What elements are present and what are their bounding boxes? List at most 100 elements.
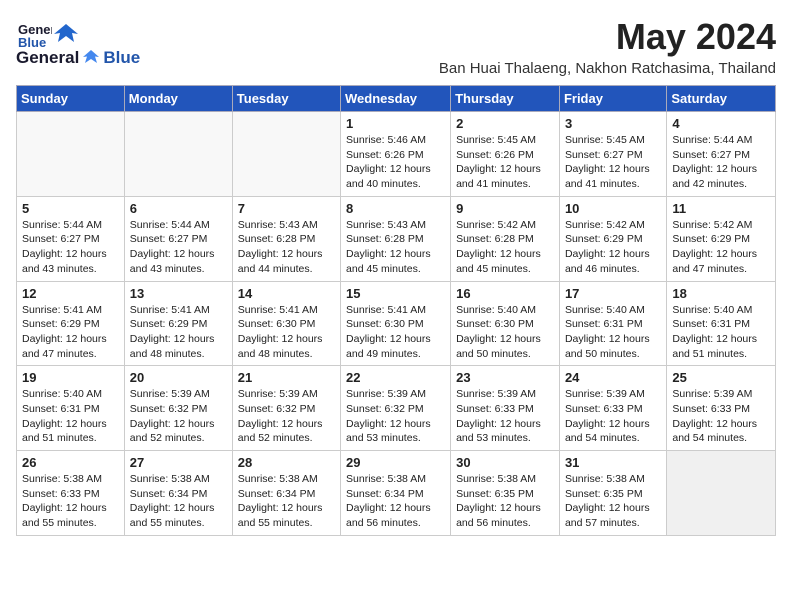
calendar-cell — [17, 112, 125, 197]
weekday-header-thursday: Thursday — [451, 86, 560, 112]
day-number: 11 — [672, 201, 770, 216]
day-info: Sunrise: 5:38 AM Sunset: 6:35 PM Dayligh… — [565, 472, 661, 531]
page: General Blue General Blue May 2024 Ban H… — [0, 0, 792, 552]
weekday-header-row: SundayMondayTuesdayWednesdayThursdayFrid… — [17, 86, 776, 112]
day-number: 1 — [346, 116, 445, 131]
day-info: Sunrise: 5:39 AM Sunset: 6:32 PM Dayligh… — [130, 387, 227, 446]
calendar-cell: 1 Sunrise: 5:46 AM Sunset: 6:26 PM Daylig… — [341, 112, 451, 197]
day-info: Sunrise: 5:39 AM Sunset: 6:32 PM Dayligh… — [346, 387, 445, 446]
weekday-header-tuesday: Tuesday — [232, 86, 340, 112]
calendar-cell: 15 Sunrise: 5:41 AM Sunset: 6:30 PM Dayli… — [341, 281, 451, 366]
day-number: 29 — [346, 455, 445, 470]
day-number: 14 — [238, 286, 335, 301]
weekday-header-monday: Monday — [124, 86, 232, 112]
day-number: 19 — [22, 370, 119, 385]
calendar-cell: 13 Sunrise: 5:41 AM Sunset: 6:29 PM Dayli… — [124, 281, 232, 366]
calendar-cell: 24 Sunrise: 5:39 AM Sunset: 6:33 PM Dayli… — [559, 366, 666, 451]
day-number: 30 — [456, 455, 554, 470]
calendar-cell: 25Sunrise: 5:39 AM Sunset: 6:33 PM Dayli… — [667, 366, 776, 451]
day-number: 18 — [672, 286, 770, 301]
calendar-cell: 12 Sunrise: 5:41 AM Sunset: 6:29 PM Dayli… — [17, 281, 125, 366]
calendar-cell: 2Sunrise: 5:45 AM Sunset: 6:26 PM Daylig… — [451, 112, 560, 197]
calendar-cell: 28 Sunrise: 5:38 AM Sunset: 6:34 PM Dayli… — [232, 451, 340, 536]
day-info: Sunrise: 5:40 AM Sunset: 6:31 PM Dayligh… — [565, 303, 661, 362]
calendar-cell: 7Sunrise: 5:43 AM Sunset: 6:28 PM Daylig… — [232, 196, 340, 281]
day-number: 15 — [346, 286, 445, 301]
day-info: Sunrise: 5:44 AM Sunset: 6:27 PM Dayligh… — [22, 218, 119, 277]
day-info: Sunrise: 5:40 AM Sunset: 6:30 PM Dayligh… — [456, 303, 554, 362]
day-number: 20 — [130, 370, 227, 385]
calendar-cell: 8 Sunrise: 5:43 AM Sunset: 6:28 PM Daylig… — [341, 196, 451, 281]
day-number: 16 — [456, 286, 554, 301]
bird-icon — [52, 20, 80, 48]
calendar-cell: 20 Sunrise: 5:39 AM Sunset: 6:32 PM Dayli… — [124, 366, 232, 451]
calendar-cell: 4 Sunrise: 5:44 AM Sunset: 6:27 PM Daylig… — [667, 112, 776, 197]
calendar-table: SundayMondayTuesdayWednesdayThursdayFrid… — [16, 85, 776, 536]
day-info: Sunrise: 5:38 AM Sunset: 6:35 PM Dayligh… — [456, 472, 554, 531]
day-number: 4 — [672, 116, 770, 131]
calendar-cell: 30 Sunrise: 5:38 AM Sunset: 6:35 PM Dayli… — [451, 451, 560, 536]
calendar-cell: 18 Sunrise: 5:40 AM Sunset: 6:31 PM Dayli… — [667, 281, 776, 366]
day-info: Sunrise: 5:41 AM Sunset: 6:29 PM Dayligh… — [130, 303, 227, 362]
week-row-3: 12 Sunrise: 5:41 AM Sunset: 6:29 PM Dayli… — [17, 281, 776, 366]
calendar-cell: 11 Sunrise: 5:42 AM Sunset: 6:29 PM Dayli… — [667, 196, 776, 281]
logo-wrap: General Blue — [16, 16, 80, 52]
day-info: Sunrise: 5:41 AM Sunset: 6:29 PM Dayligh… — [22, 303, 119, 362]
month-title: May 2024 — [439, 16, 776, 58]
calendar-cell: 6Sunrise: 5:44 AM Sunset: 6:27 PM Daylig… — [124, 196, 232, 281]
calendar-cell: 29Sunrise: 5:38 AM Sunset: 6:34 PM Dayli… — [341, 451, 451, 536]
logo: General Blue General Blue — [16, 16, 140, 68]
day-info: Sunrise: 5:38 AM Sunset: 6:34 PM Dayligh… — [238, 472, 335, 531]
weekday-header-saturday: Saturday — [667, 86, 776, 112]
day-info: Sunrise: 5:46 AM Sunset: 6:26 PM Dayligh… — [346, 133, 445, 192]
logo-bird-small — [81, 48, 101, 68]
day-number: 2 — [456, 116, 554, 131]
week-row-1: 1 Sunrise: 5:46 AM Sunset: 6:26 PM Daylig… — [17, 112, 776, 197]
header: General Blue General Blue May 2024 Ban H… — [16, 16, 776, 77]
day-number: 22 — [346, 370, 445, 385]
day-number: 28 — [238, 455, 335, 470]
day-info: Sunrise: 5:44 AM Sunset: 6:27 PM Dayligh… — [672, 133, 770, 192]
day-info: Sunrise: 5:38 AM Sunset: 6:34 PM Dayligh… — [130, 472, 227, 531]
day-number: 25 — [672, 370, 770, 385]
day-info: Sunrise: 5:43 AM Sunset: 6:28 PM Dayligh… — [346, 218, 445, 277]
day-info: Sunrise: 5:40 AM Sunset: 6:31 PM Dayligh… — [22, 387, 119, 446]
day-number: 27 — [130, 455, 227, 470]
day-number: 9 — [456, 201, 554, 216]
calendar-cell — [124, 112, 232, 197]
day-info: Sunrise: 5:40 AM Sunset: 6:31 PM Dayligh… — [672, 303, 770, 362]
day-info: Sunrise: 5:39 AM Sunset: 6:33 PM Dayligh… — [565, 387, 661, 446]
calendar-cell: 9Sunrise: 5:42 AM Sunset: 6:28 PM Daylig… — [451, 196, 560, 281]
calendar-cell: 14 Sunrise: 5:41 AM Sunset: 6:30 PM Dayli… — [232, 281, 340, 366]
calendar-cell — [232, 112, 340, 197]
day-info: Sunrise: 5:44 AM Sunset: 6:27 PM Dayligh… — [130, 218, 227, 277]
day-info: Sunrise: 5:41 AM Sunset: 6:30 PM Dayligh… — [238, 303, 335, 362]
day-info: Sunrise: 5:42 AM Sunset: 6:29 PM Dayligh… — [565, 218, 661, 277]
day-number: 12 — [22, 286, 119, 301]
day-info: Sunrise: 5:38 AM Sunset: 6:33 PM Dayligh… — [22, 472, 119, 531]
calendar-cell: 10 Sunrise: 5:42 AM Sunset: 6:29 PM Dayli… — [559, 196, 666, 281]
calendar-cell: 19 Sunrise: 5:40 AM Sunset: 6:31 PM Dayli… — [17, 366, 125, 451]
day-number: 5 — [22, 201, 119, 216]
day-number: 7 — [238, 201, 335, 216]
day-number: 8 — [346, 201, 445, 216]
title-section: May 2024 Ban Huai Thalaeng, Nakhon Ratch… — [439, 16, 776, 77]
day-number: 10 — [565, 201, 661, 216]
calendar-cell: 5 Sunrise: 5:44 AM Sunset: 6:27 PM Daylig… — [17, 196, 125, 281]
day-info: Sunrise: 5:41 AM Sunset: 6:30 PM Dayligh… — [346, 303, 445, 362]
day-number: 24 — [565, 370, 661, 385]
day-info: Sunrise: 5:42 AM Sunset: 6:29 PM Dayligh… — [672, 218, 770, 277]
day-number: 17 — [565, 286, 661, 301]
calendar-cell: 16 Sunrise: 5:40 AM Sunset: 6:30 PM Dayli… — [451, 281, 560, 366]
calendar-cell: 27 Sunrise: 5:38 AM Sunset: 6:34 PM Dayli… — [124, 451, 232, 536]
day-info: Sunrise: 5:45 AM Sunset: 6:27 PM Dayligh… — [565, 133, 661, 192]
day-number: 13 — [130, 286, 227, 301]
week-row-4: 19 Sunrise: 5:40 AM Sunset: 6:31 PM Dayli… — [17, 366, 776, 451]
day-number: 26 — [22, 455, 119, 470]
weekday-header-wednesday: Wednesday — [341, 86, 451, 112]
logo-icon: General Blue — [16, 16, 52, 52]
logo-blue: Blue — [103, 48, 140, 68]
day-number: 3 — [565, 116, 661, 131]
calendar-cell: 26 Sunrise: 5:38 AM Sunset: 6:33 PM Dayli… — [17, 451, 125, 536]
weekday-header-sunday: Sunday — [17, 86, 125, 112]
